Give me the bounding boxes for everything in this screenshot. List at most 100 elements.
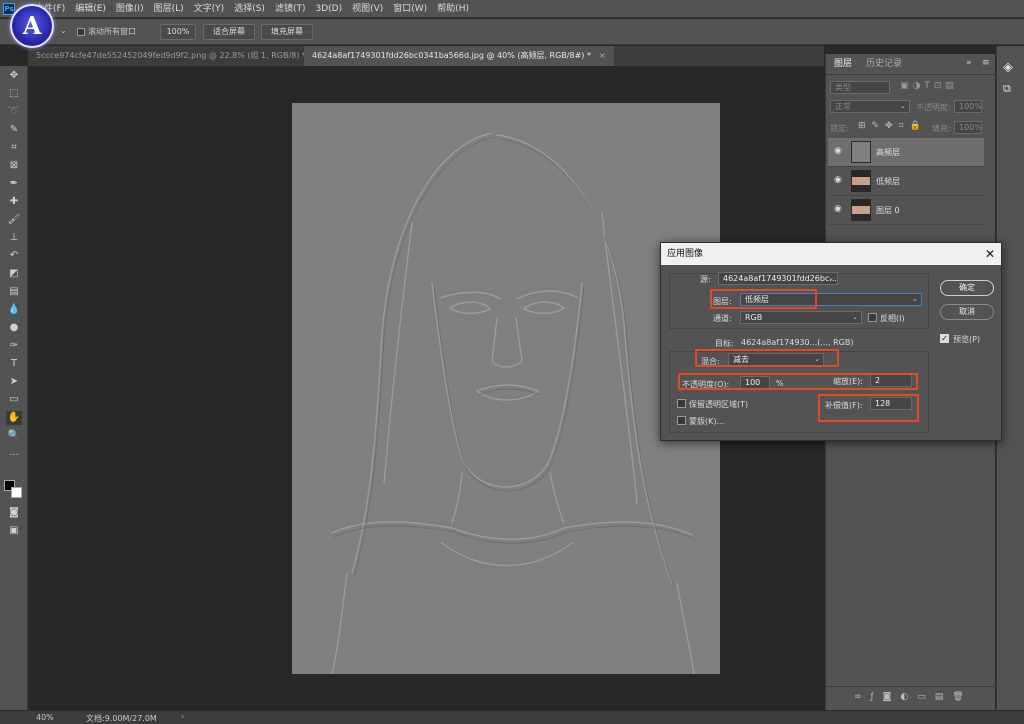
history-panel-icon[interactable]: ⧉ <box>1003 82 1011 96</box>
gradient-tool-icon[interactable]: ▤ <box>6 285 22 299</box>
eye-icon[interactable]: ◉ <box>834 205 844 214</box>
panel-collapse-icon[interactable]: » <box>966 58 972 68</box>
source-label: 源: <box>700 275 711 284</box>
apply-image-dialog: 应用图像 ✕ 源: 4624a8af1749301fdd26bc... ⌄ 图层:… <box>660 242 1002 441</box>
scale-label: 缩放(E): <box>833 377 863 386</box>
source-value: 4624a8af1749301fdd26bc... <box>723 274 837 283</box>
frame-tool-icon[interactable]: ⊠ <box>6 159 22 173</box>
layer-filter-select[interactable]: 类型 <box>830 81 890 94</box>
eye-icon[interactable]: ◉ <box>834 176 844 185</box>
menu-item[interactable]: 编辑(E) <box>70 0 111 18</box>
preview-checkbox[interactable]: ✓ <box>940 334 949 343</box>
tool-preset-chevron-icon[interactable]: ⌄ <box>60 26 67 35</box>
path-select-tool-icon[interactable]: ➤ <box>6 375 22 389</box>
layer-actions-bar[interactable]: ∞ƒ◙◐▭▤🗑 <box>826 686 996 710</box>
stamp-tool-icon[interactable]: ⊥ <box>6 231 22 245</box>
mask-checkbox[interactable] <box>677 416 686 425</box>
lock-icons[interactable]: ⊞✎✥⌗🔒 <box>858 121 927 131</box>
checkbox-icon <box>77 27 85 36</box>
menu-item[interactable]: 图层(L) <box>149 0 189 18</box>
close-icon[interactable]: ✕ <box>985 243 995 265</box>
tab-document-1[interactable]: 5ccce974cfe47de552452049fed9d9f2.png @ 2… <box>28 46 321 66</box>
history-brush-tool-icon[interactable]: ↶ <box>6 249 22 263</box>
move-tool-icon[interactable]: ✥ <box>6 69 22 83</box>
layer-row[interactable]: ◉ 低频层 <box>828 167 984 196</box>
scroll-all-windows-checkbox[interactable]: 滚动所有窗口 <box>77 26 136 37</box>
tools-panel: ✥ ⬚ ➰ ✎ ⌗ ⊠ ✒ ✚ 🖌 ⊥ ↶ ◩ ▤ 💧 ● ✑ T ➤ ▭ ✋ … <box>0 66 28 710</box>
fit-screen-button[interactable]: 适合屏幕 <box>203 24 255 40</box>
menu-item[interactable]: 滤镜(T) <box>270 0 311 18</box>
crop-tool-icon[interactable]: ⌗ <box>6 141 22 155</box>
layer-name: 图层 0 <box>876 206 900 215</box>
quick-select-tool-icon[interactable]: ✎ <box>6 123 22 137</box>
scale-field[interactable]: 2 <box>870 374 912 387</box>
lock-label: 锁定: <box>830 124 849 133</box>
eraser-tool-icon[interactable]: ◩ <box>6 267 22 281</box>
pen-tool-icon[interactable]: ✑ <box>6 339 22 353</box>
opacity-label: 不透明度(O): <box>682 380 730 389</box>
tab-layers[interactable]: 图层 <box>828 54 859 74</box>
dodge-tool-icon[interactable]: ● <box>6 321 22 335</box>
channel-select[interactable]: RGB ⌄ <box>740 311 862 324</box>
mask-label: 蒙版(K)... <box>689 417 725 426</box>
document-tab-bar: 5ccce974cfe47de552452049fed9d9f2.png @ 2… <box>28 46 824 66</box>
menu-item[interactable]: 图像(I) <box>111 0 149 18</box>
source-select[interactable]: 4624a8af1749301fdd26bc... ⌄ <box>718 272 838 285</box>
brush-tool-icon[interactable]: 🖌 <box>6 213 22 227</box>
invert-checkbox[interactable] <box>868 313 877 322</box>
layer-row[interactable]: ◉ 图层 0 <box>828 196 984 225</box>
ok-button[interactable]: 确定 <box>940 280 994 296</box>
more-tools-icon[interactable]: ··· <box>6 449 22 463</box>
offset-label: 补偿值(F): <box>825 401 863 410</box>
layer-value: 低频层 <box>745 295 769 304</box>
layer-row[interactable]: ◉ 高频层 <box>828 138 984 167</box>
fill-label: 填充: <box>932 124 951 133</box>
preserve-transparency-label: 保留透明区域(T) <box>689 400 749 409</box>
menu-item[interactable]: 视图(V) <box>347 0 388 18</box>
cancel-button[interactable]: 取消 <box>940 304 994 320</box>
filter-icons[interactable]: ▣◑T⊡▤ <box>900 81 958 91</box>
marquee-tool-icon[interactable]: ⬚ <box>6 87 22 101</box>
chevron-down-icon: ⌄ <box>900 102 906 110</box>
opacity-field[interactable]: 100 <box>740 376 770 389</box>
zoom-100-button[interactable]: 100% <box>160 24 196 40</box>
zoom-level[interactable]: 40% <box>36 713 54 722</box>
eye-icon[interactable]: ◉ <box>834 147 844 156</box>
close-icon[interactable]: × <box>599 51 606 60</box>
rectangle-tool-icon[interactable]: ▭ <box>6 393 22 407</box>
layers-panel-icon[interactable]: ◈ <box>1003 60 1013 75</box>
menu-item[interactable]: 帮助(H) <box>432 0 474 18</box>
eyedropper-tool-icon[interactable]: ✒ <box>6 177 22 191</box>
blend-select[interactable]: 减去 ⌄ <box>728 353 824 366</box>
blur-tool-icon[interactable]: 💧 <box>6 303 22 317</box>
zoom-tool-icon[interactable]: 🔍 <box>6 429 22 443</box>
menu-item[interactable]: 文字(Y) <box>189 0 230 18</box>
blend-mode-select[interactable]: 正常 ⌄ <box>830 100 910 113</box>
menu-item[interactable]: 窗口(W) <box>388 0 432 18</box>
document-size: 文档:9.00M/27.0M <box>86 714 157 723</box>
tab-document-2[interactable]: 4624a8af1749301fdd26bc0341ba566d.jpg @ 4… <box>304 46 614 66</box>
layer-name: 低频层 <box>876 177 900 186</box>
fill-screen-button[interactable]: 填充屏幕 <box>261 24 313 40</box>
healing-brush-tool-icon[interactable]: ✚ <box>6 195 22 209</box>
menu-item[interactable]: 3D(D) <box>310 0 347 18</box>
fill-field[interactable]: 100% <box>954 121 982 134</box>
offset-field[interactable]: 128 <box>870 397 912 410</box>
document-image[interactable] <box>292 103 720 674</box>
status-bar: 40% 文档:9.00M/27.0M › <box>0 710 1024 724</box>
type-tool-icon[interactable]: T <box>6 357 22 371</box>
tab-history[interactable]: 历史记录 <box>860 54 908 74</box>
chevron-right-icon[interactable]: › <box>181 712 184 721</box>
preserve-transparency-checkbox[interactable] <box>677 399 686 408</box>
hand-tool-icon[interactable]: ✋ <box>6 411 22 425</box>
screen-mode-icon[interactable]: ▣ <box>6 524 22 538</box>
quick-mask-icon[interactable]: ◙ <box>6 506 22 520</box>
menu-item[interactable]: 选择(S) <box>229 0 270 18</box>
layer-select[interactable]: 低频层 ⌄ <box>740 293 922 306</box>
panel-menu-icon[interactable]: ≡ <box>982 58 990 68</box>
blend-mode-label: 正常 <box>835 102 851 111</box>
background-color-swatch[interactable] <box>11 487 22 498</box>
opacity-field[interactable]: 100% <box>954 100 982 113</box>
lasso-tool-icon[interactable]: ➰ <box>6 105 22 119</box>
options-bar: ⌄ 滚动所有窗口 100% 适合屏幕 填充屏幕 <box>0 19 1024 45</box>
